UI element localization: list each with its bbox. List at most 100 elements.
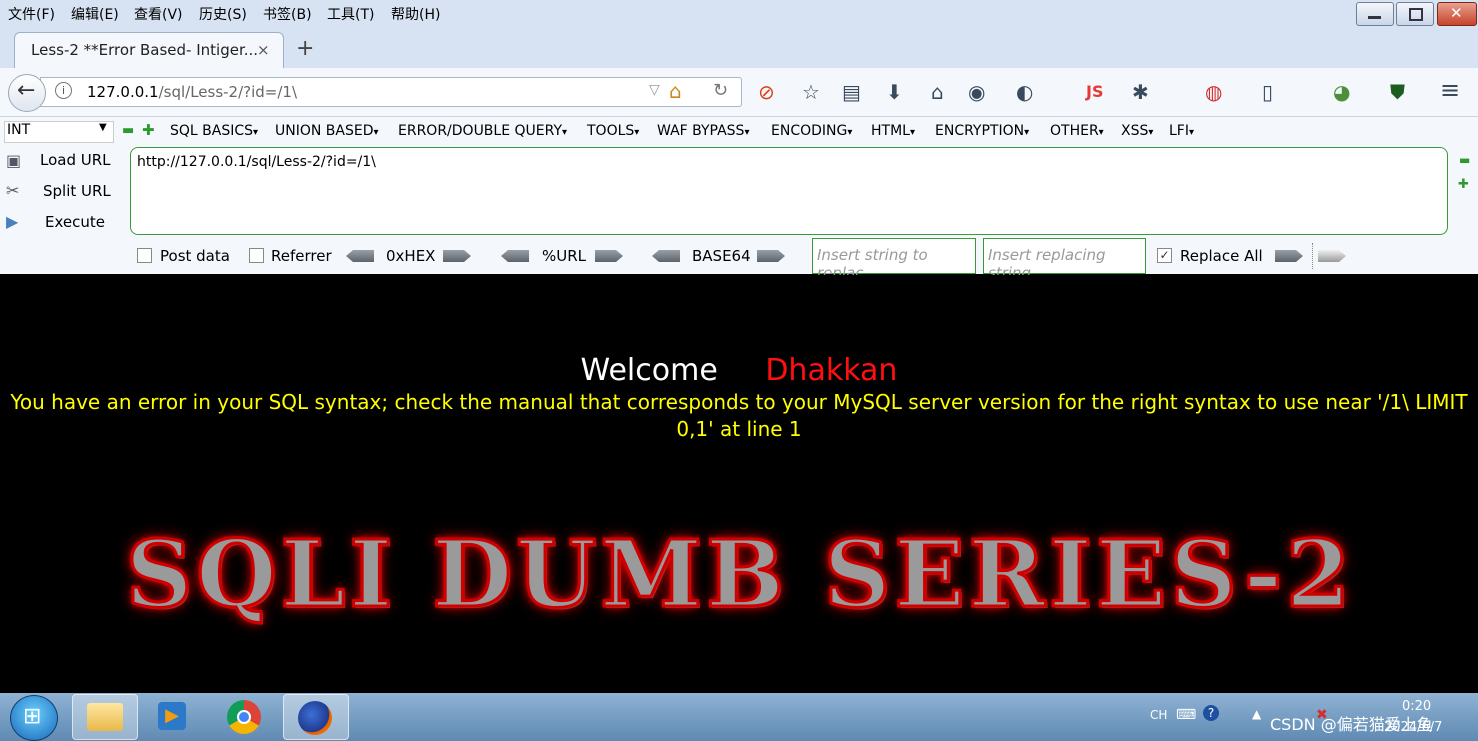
menu-caret-icon: ▾ (634, 127, 640, 138)
menu-xss[interactable]: XSS▾ (1121, 123, 1153, 139)
palette-icon[interactable]: ◐ (1016, 80, 1033, 104)
shrink-icon[interactable]: ▬ (1459, 153, 1470, 167)
menu-edit[interactable]: 编辑(E) (71, 4, 119, 24)
menu-caret-icon: ▾ (1024, 127, 1030, 138)
menu-html[interactable]: HTML▾ (871, 123, 915, 139)
load-url-button[interactable]: Load URL (40, 151, 111, 169)
bug-icon[interactable]: ✱ (1132, 80, 1149, 104)
info-icon[interactable]: i (55, 82, 72, 99)
execute-button[interactable]: Execute (45, 213, 105, 231)
window-close-button[interactable]: ✕ (1437, 2, 1477, 26)
home-icon[interactable]: ⌂ (931, 80, 944, 104)
globe-icon[interactable]: ◉ (968, 80, 985, 104)
url-textarea-value: http://127.0.0.1/sql/Less-2/?id=/1\ (137, 154, 376, 170)
menu-help[interactable]: 帮助(H) (391, 4, 440, 24)
replace-back-arrow-icon[interactable] (1318, 250, 1346, 262)
welcome-name: Dhakkan (765, 353, 898, 388)
back-button[interactable]: ← (8, 74, 46, 112)
shield-green-icon[interactable]: ⛊ (1390, 80, 1405, 104)
folder-icon (87, 703, 123, 731)
js-toggle-icon[interactable]: JS (1086, 82, 1103, 101)
menu-error-double-query[interactable]: ERROR/DOUBLE QUERY▾ (398, 123, 567, 139)
menu-caret-icon: ▾ (744, 127, 750, 138)
base64-decode-arrow-icon[interactable] (652, 250, 680, 262)
menu-bookmarks[interactable]: 书签(B) (263, 4, 312, 24)
restore-button[interactable] (1396, 2, 1434, 26)
menu-waf-bypass[interactable]: WAF BYPASS▾ (657, 123, 749, 139)
referrer-label: Referrer (271, 247, 332, 265)
hamburger-menu-icon[interactable]: ≡ (1440, 76, 1460, 104)
menu-caret-icon: ▾ (373, 127, 379, 138)
minimize-button[interactable] (1356, 2, 1394, 26)
url-encode-arrow-icon[interactable] (595, 250, 623, 262)
keyboard-icon[interactable]: ⌨ (1176, 707, 1196, 723)
reload-icon[interactable]: ↻ (713, 80, 728, 101)
menu-other[interactable]: OTHER▾ (1050, 123, 1104, 139)
shield-red-icon[interactable]: ◍ (1205, 80, 1222, 104)
base64-label: BASE64 (692, 247, 751, 265)
start-button[interactable]: ⊞ (10, 695, 58, 741)
menu-sql-basics[interactable]: SQL BASICS▾ (170, 123, 258, 139)
bookmark-star-icon[interactable]: ☆ (802, 80, 820, 104)
separator (1312, 243, 1313, 269)
tray-language[interactable]: CH (1150, 708, 1167, 722)
tab-title: Less-2 **Error Based- Intiger... (31, 41, 259, 59)
taskbar-firefox[interactable] (283, 694, 349, 740)
menu-view[interactable]: 查看(V) (134, 4, 183, 24)
menu-tools[interactable]: 工具(T) (327, 4, 374, 24)
taskbar-chrome[interactable] (213, 694, 277, 738)
menu-caret-icon: ▾ (1148, 127, 1154, 138)
scissors-icon: ✂ (6, 181, 20, 200)
tray-expand-icon[interactable]: ▲ (1252, 707, 1261, 721)
expand-icon[interactable]: ✚ (1458, 177, 1469, 192)
minus-icon[interactable]: ▬ (122, 123, 134, 138)
menu-lfi[interactable]: LFI▾ (1169, 123, 1194, 139)
responsive-icon[interactable]: ▯ (1262, 80, 1273, 104)
replace-from-input[interactable]: Insert string to replac (812, 238, 976, 282)
url-bar[interactable]: i 127.0.0.1/sql/Less-2/?id=/1\ ▽ ⌂ ↻ (40, 77, 742, 107)
menu-bar: 文件(F) 编辑(E) 查看(V) 历史(S) 书签(B) 工具(T) 帮助(H… (0, 0, 1478, 26)
hex-decode-arrow-icon[interactable] (346, 250, 374, 262)
base64-encode-arrow-icon[interactable] (757, 250, 785, 262)
dropdown-arrow-icon[interactable]: ▽ (649, 82, 660, 98)
chevron-down-icon: ▼ (99, 122, 107, 133)
referrer-checkbox[interactable] (249, 248, 264, 263)
type-select[interactable]: INT ▼ (4, 121, 114, 143)
download-icon[interactable]: ⬇ (886, 80, 903, 104)
block-icon[interactable]: ⊘ (758, 80, 775, 104)
hex-encode-arrow-icon[interactable] (443, 250, 471, 262)
url-label: %URL (542, 247, 587, 265)
clock-date[interactable]: 2024/6/7 (1384, 720, 1442, 735)
menu-history[interactable]: 历史(S) (199, 4, 247, 24)
menu-caret-icon: ▾ (253, 127, 259, 138)
reading-list-icon[interactable]: ▤ (842, 80, 861, 104)
plus-icon[interactable]: ✚ (142, 121, 155, 139)
url-textarea[interactable]: http://127.0.0.1/sql/Less-2/?id=/1\ (130, 147, 1448, 235)
home-page-icon[interactable]: ⌂ (669, 79, 682, 103)
taskbar-explorer[interactable] (72, 694, 138, 740)
tab-close-icon[interactable]: × (257, 41, 270, 59)
menu-encoding[interactable]: ENCODING▾ (771, 123, 852, 139)
sqli-banner-image: SQLI DUMB SERIES-2 (124, 519, 1355, 630)
translate-icon[interactable]: ◕ (1333, 80, 1350, 104)
menu-union-based[interactable]: UNION BASED▾ (275, 123, 379, 139)
menu-tools[interactable]: TOOLS▾ (587, 123, 639, 139)
replace-to-input[interactable]: Insert replacing string (983, 238, 1146, 282)
split-url-button[interactable]: Split URL (43, 182, 111, 200)
nav-bar: i 127.0.0.1/sql/Less-2/?id=/1\ ▽ ⌂ ↻ ← ⊘… (0, 68, 1478, 117)
menu-encryption[interactable]: ENCRYPTION▾ (935, 123, 1029, 139)
replace-arrow-icon[interactable] (1275, 250, 1303, 262)
new-tab-icon[interactable]: + (296, 36, 314, 61)
type-select-value: INT (7, 122, 31, 138)
clock-time[interactable]: 0:20 (1402, 699, 1431, 714)
taskbar-media-player[interactable]: ▶ (144, 694, 208, 738)
help-icon[interactable]: ? (1203, 705, 1219, 721)
firefox-icon (298, 701, 332, 735)
tab-less-2[interactable]: Less-2 **Error Based- Intiger... × (14, 32, 284, 69)
post-data-checkbox[interactable] (137, 248, 152, 263)
execute-icon: ▶ (6, 212, 19, 231)
replace-all-label: Replace All (1180, 247, 1263, 265)
url-decode-arrow-icon[interactable] (501, 250, 529, 262)
replace-all-checkbox[interactable]: ✓ (1157, 248, 1172, 263)
menu-file[interactable]: 文件(F) (8, 4, 55, 24)
